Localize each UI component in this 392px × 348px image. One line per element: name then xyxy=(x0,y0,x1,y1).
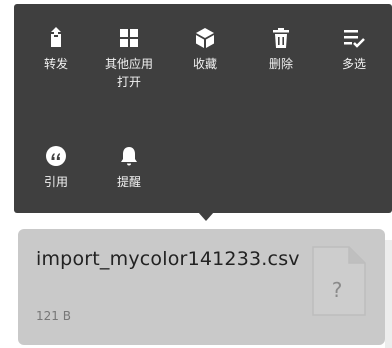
file-message-card[interactable]: import_mycolor141233.csv 121 B ? xyxy=(18,229,385,345)
message-context-menu: 转发 其他应用 打开 收藏 删除 多选 引用 提醒 xyxy=(14,4,392,213)
edge-strip xyxy=(385,240,392,348)
menu-item-label: 删除 xyxy=(268,57,293,71)
quote-icon xyxy=(46,146,66,166)
menu-item-delete[interactable]: 删除 xyxy=(246,26,316,73)
menu-pointer xyxy=(198,212,214,221)
menu-item-favorite[interactable]: 收藏 xyxy=(170,26,240,73)
menu-item-label: 转发 xyxy=(43,57,68,71)
menu-item-open-with-other-app[interactable]: 其他应用 打开 xyxy=(94,26,164,91)
menu-item-label: 引用 xyxy=(43,175,68,189)
menu-item-multi-select[interactable]: 多选 xyxy=(319,26,389,73)
file-icon-glyph: ? xyxy=(332,278,343,302)
multi-select-icon xyxy=(344,30,365,48)
menu-item-quote[interactable]: 引用 xyxy=(21,144,91,191)
menu-item-label: 其他应用 打开 xyxy=(104,57,153,89)
menu-item-label: 提醒 xyxy=(116,175,141,189)
file-name: import_mycolor141233.csv xyxy=(36,248,300,270)
share-icon xyxy=(51,27,61,47)
file-size: 121 B xyxy=(36,309,71,323)
bell-icon xyxy=(121,147,137,166)
favorite-box-icon xyxy=(196,28,214,48)
menu-item-label: 收藏 xyxy=(192,57,217,71)
apps-icon xyxy=(120,29,138,47)
menu-item-forward[interactable]: 转发 xyxy=(21,26,91,73)
unknown-file-icon: ? xyxy=(312,246,366,316)
menu-item-remind[interactable]: 提醒 xyxy=(94,144,164,191)
trash-icon xyxy=(273,28,289,48)
menu-item-label: 多选 xyxy=(341,57,366,71)
